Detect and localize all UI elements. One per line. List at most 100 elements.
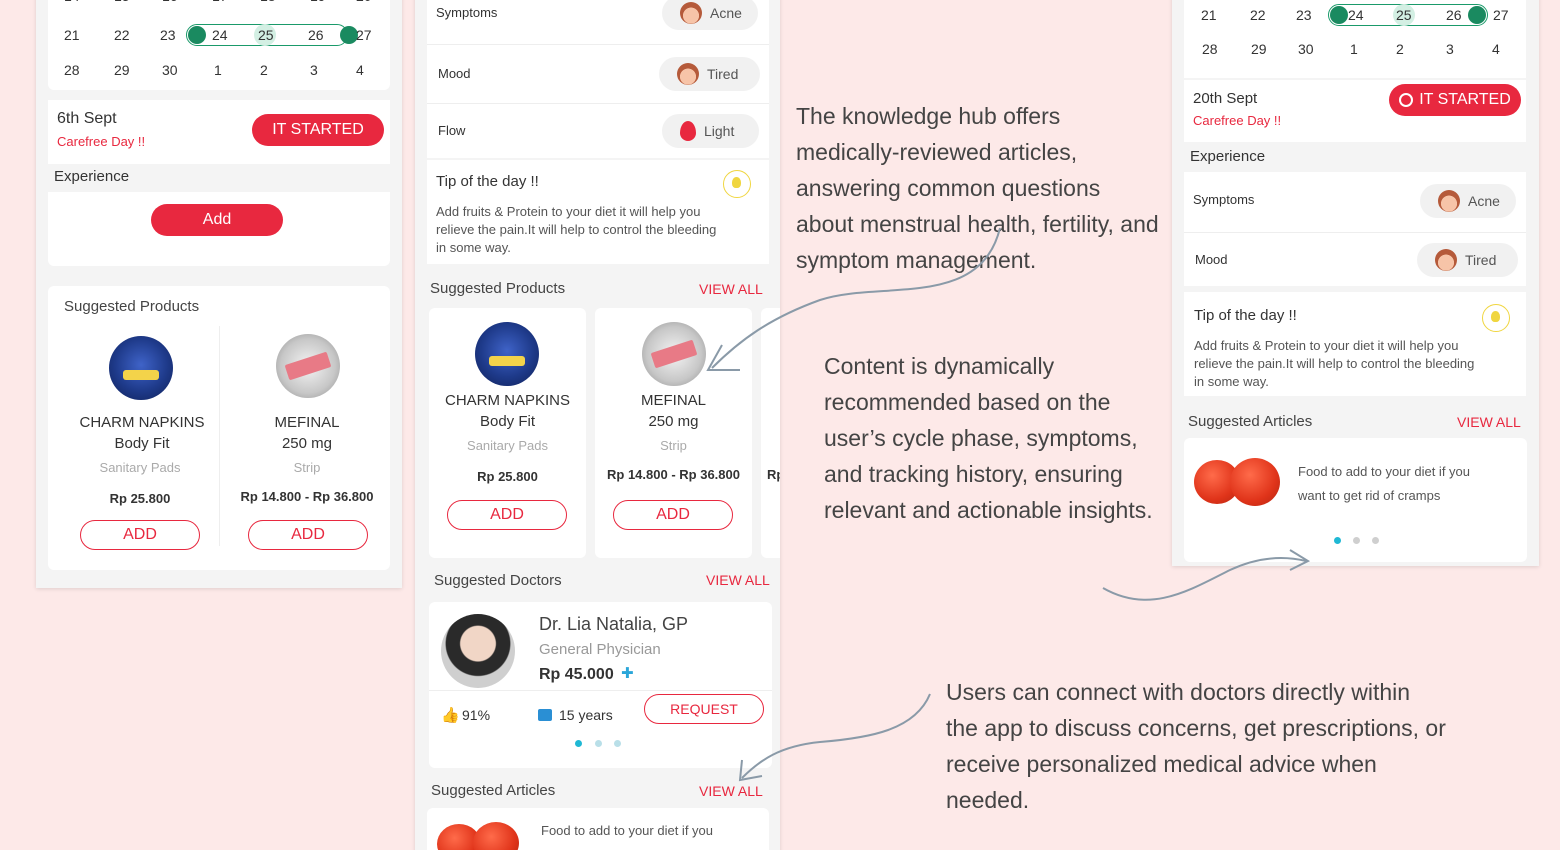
cal-day[interactable]: 24 bbox=[1348, 7, 1364, 23]
cal-day[interactable]: 23 bbox=[1296, 7, 1312, 23]
articles-view-all-link[interactable]: VIEW ALL bbox=[1457, 414, 1521, 430]
cal-day[interactable]: 22 bbox=[114, 27, 130, 43]
mefinal-image bbox=[642, 322, 706, 386]
symptoms-pill[interactable]: Acne bbox=[1420, 184, 1516, 218]
cal-day[interactable]: 24 bbox=[212, 27, 228, 43]
mood-pill[interactable]: Tired bbox=[1417, 243, 1518, 277]
cal-day[interactable]: 26 bbox=[1446, 7, 1462, 23]
article-title: want to get rid of cramps bbox=[1298, 488, 1441, 503]
it-started-button[interactable]: IT STARTED bbox=[1389, 84, 1521, 116]
symptoms-pill[interactable]: Acne bbox=[662, 0, 758, 30]
add-product-button[interactable]: ADD bbox=[80, 520, 200, 550]
cal-day[interactable]: 20 bbox=[356, 0, 372, 4]
tip-line: in some way. bbox=[436, 240, 511, 255]
cal-day[interactable]: 4 bbox=[356, 62, 364, 78]
mood-label: Mood bbox=[1195, 252, 1228, 267]
cal-day[interactable]: 2 bbox=[260, 62, 268, 78]
request-button[interactable]: REQUEST bbox=[644, 694, 764, 724]
cal-day[interactable]: 19 bbox=[310, 0, 326, 4]
carousel-dot-active[interactable] bbox=[1334, 537, 1341, 544]
article-card[interactable]: Food to add to your diet if you want to … bbox=[1184, 438, 1527, 562]
calendar-card: 21 22 23 24 25 26 27 28 29 30 1 2 3 4 bbox=[1184, 0, 1526, 78]
product-name: CHARM NAPKINS bbox=[444, 392, 571, 409]
tracking-card: Symptoms Acne Mood Tired bbox=[1184, 172, 1526, 286]
annotation-line: needed. bbox=[946, 787, 1030, 813]
experience-card: Add bbox=[48, 192, 390, 266]
product-card[interactable]: MEFINAL 250 mg Strip Rp 14.800 - Rp 36.8… bbox=[595, 308, 752, 558]
article-card[interactable]: Food to add to your diet if you bbox=[427, 808, 769, 850]
cal-day[interactable]: 27 bbox=[356, 27, 372, 43]
mood-value: Tired bbox=[1465, 252, 1497, 268]
cal-day[interactable]: 3 bbox=[1446, 41, 1454, 57]
cal-day[interactable]: 15 bbox=[114, 0, 130, 4]
cal-day[interactable]: 21 bbox=[64, 27, 80, 43]
annotation-line: about menstrual health, fertility, and bbox=[796, 211, 1159, 237]
carousel-dot[interactable] bbox=[614, 740, 621, 747]
cal-day[interactable]: 30 bbox=[1298, 41, 1314, 57]
cal-day[interactable]: 27 bbox=[1493, 7, 1509, 23]
doctor-card[interactable]: Dr. Lia Natalia, GP General Physician Rp… bbox=[429, 602, 772, 768]
add-product-button[interactable]: ADD bbox=[447, 500, 567, 530]
thumbs-up-icon: 👍 bbox=[441, 707, 460, 724]
cycle-date: 6th Sept bbox=[57, 110, 117, 127]
cycle-subtitle: Carefree Day !! bbox=[57, 134, 146, 149]
cal-day[interactable]: 28 bbox=[64, 62, 80, 78]
cal-day[interactable]: 29 bbox=[1251, 41, 1267, 57]
tomato-image bbox=[1230, 458, 1280, 506]
verified-badge-icon: ✚ bbox=[621, 665, 634, 682]
tip-card: Tip of the day !! Add fruits & Protein t… bbox=[427, 160, 769, 264]
annotation-knowledge-hub: The knowledge hub offers medically-revie… bbox=[796, 98, 1159, 278]
carousel-dot[interactable] bbox=[1372, 537, 1379, 544]
cal-day[interactable]: 30 bbox=[162, 62, 178, 78]
cal-day[interactable]: 3 bbox=[310, 62, 318, 78]
mefinal-image bbox=[276, 334, 340, 398]
acne-face-icon bbox=[680, 2, 702, 24]
cal-day[interactable]: 25 bbox=[258, 27, 274, 43]
articles-view-all-link[interactable]: VIEW ALL bbox=[699, 783, 763, 799]
doctor-price: Rp 45.000 bbox=[539, 666, 614, 683]
doctor-name: Dr. Lia Natalia, GP bbox=[539, 614, 689, 634]
cal-day[interactable]: 18 bbox=[260, 0, 276, 4]
cal-day[interactable]: 28 bbox=[1202, 41, 1218, 57]
leaf-icon bbox=[1330, 6, 1348, 24]
cal-day[interactable]: 2 bbox=[1396, 41, 1404, 57]
leaf-icon bbox=[188, 26, 206, 44]
products-view-all-link[interactable]: VIEW ALL bbox=[699, 281, 763, 297]
add-product-button[interactable]: ADD bbox=[248, 520, 368, 550]
annotation-line: receive personalized medical advice when bbox=[946, 751, 1377, 777]
annotation-doctors: Users can connect with doctors directly … bbox=[946, 674, 1446, 818]
cal-day[interactable]: 25 bbox=[1396, 7, 1412, 23]
annotation-line: Users can connect with doctors directly … bbox=[946, 679, 1411, 705]
doctor-experience: 15 years bbox=[559, 707, 613, 723]
add-experience-button[interactable]: Add bbox=[151, 204, 283, 236]
cal-day[interactable]: 1 bbox=[1350, 41, 1358, 57]
it-started-button[interactable]: IT STARTED bbox=[252, 114, 384, 146]
carousel-dot[interactable] bbox=[1353, 537, 1360, 544]
carousel-dot-active[interactable] bbox=[575, 740, 582, 747]
cal-day[interactable]: 21 bbox=[1201, 7, 1217, 23]
cal-day[interactable]: 23 bbox=[160, 27, 176, 43]
carousel-dot[interactable] bbox=[595, 740, 602, 747]
doctors-view-all-link[interactable]: VIEW ALL bbox=[706, 572, 770, 588]
flow-pill[interactable]: Light bbox=[662, 114, 759, 148]
tip-line: relieve the pain.It will help to control… bbox=[1194, 356, 1475, 371]
mood-pill[interactable]: Tired bbox=[659, 57, 760, 91]
cal-day[interactable]: 16 bbox=[162, 0, 178, 4]
symptoms-label: Symptoms bbox=[1193, 192, 1255, 207]
annotation-line: user’s cycle phase, symptoms, bbox=[824, 425, 1138, 451]
cal-day[interactable]: 4 bbox=[1492, 41, 1500, 57]
product-variant: 250 mg bbox=[281, 435, 333, 452]
product-card[interactable]: CHARM NAPKINS Body Fit Sanitary Pads Rp … bbox=[429, 308, 586, 558]
cal-day[interactable]: 29 bbox=[114, 62, 130, 78]
cal-day[interactable]: 17 bbox=[212, 0, 228, 4]
product-card-peek[interactable]: Rp bbox=[761, 308, 780, 558]
cal-day[interactable]: 26 bbox=[308, 27, 324, 43]
annotation-line: symptom management. bbox=[796, 247, 1037, 273]
add-product-button[interactable]: ADD bbox=[613, 500, 733, 530]
annotation-line: answering common questions bbox=[796, 175, 1101, 201]
cycle-status-card: 6th Sept Carefree Day !! IT STARTED bbox=[48, 100, 390, 164]
cal-day[interactable]: 22 bbox=[1250, 7, 1266, 23]
cal-day[interactable]: 14 bbox=[64, 0, 80, 4]
left-phone: 14 15 16 17 18 19 20 21 22 23 24 25 26 2… bbox=[36, 0, 402, 588]
cal-day[interactable]: 1 bbox=[214, 62, 222, 78]
